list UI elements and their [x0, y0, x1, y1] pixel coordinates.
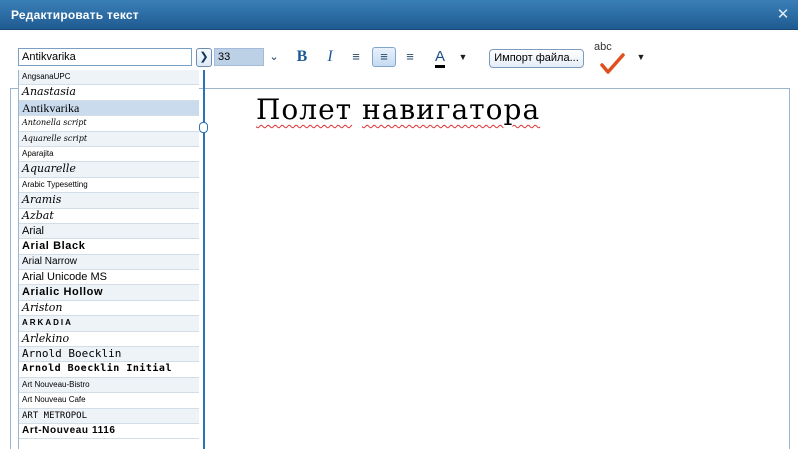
font-size-input[interactable]: 33	[214, 48, 264, 66]
font-list-item[interactable]: ARKADIA	[19, 316, 199, 332]
text-color-button[interactable]: A	[430, 47, 450, 67]
font-list-item[interactable]: Ariston	[19, 300, 199, 317]
font-list-item[interactable]: Aquarelle script	[19, 131, 199, 147]
window-titlebar: Редактировать текст ✕	[0, 0, 798, 30]
editor-word: навигатора	[362, 93, 541, 126]
font-list-item[interactable]: Arialic Hollow	[19, 285, 199, 301]
close-icon[interactable]: ✕	[775, 7, 791, 23]
align-left-icon[interactable]: ≡	[346, 47, 366, 67]
font-list-item[interactable]: Aquarelle	[19, 162, 199, 178]
font-list-item[interactable]: Arlekino	[19, 331, 199, 348]
editor-text[interactable]: Полет навигатора	[256, 93, 540, 126]
text-color-dropdown-icon[interactable]: ▼	[456, 47, 470, 67]
bold-button[interactable]: B	[292, 47, 312, 67]
splitter-handle[interactable]	[199, 122, 208, 133]
font-list-item[interactable]: Arabic Typesetting	[19, 177, 199, 194]
font-list-item[interactable]: Arial Narrow	[19, 254, 199, 271]
font-list-item[interactable]: Aramis	[19, 193, 199, 209]
font-size-chevron-down-icon[interactable]: ⌄	[266, 48, 282, 66]
font-dropdown-list[interactable]: AngsanaUPC Anastasia Antikvarika Antonel…	[18, 70, 199, 449]
font-list-item[interactable]: ART METROPOL	[19, 408, 199, 424]
font-list-item[interactable]: Arial	[19, 223, 199, 240]
align-right-icon[interactable]: ≡	[400, 47, 420, 67]
font-list-item[interactable]: Aparajita	[19, 146, 199, 163]
editor-word: Полет	[256, 93, 353, 126]
font-list-item[interactable]: Arnold Boecklin Initial	[19, 362, 199, 378]
font-list-item[interactable]: Art-Nouveau 1116	[19, 423, 199, 440]
chevron-down-icon[interactable]: ❯	[196, 48, 212, 67]
font-list-item[interactable]: Arial Black	[19, 239, 199, 255]
font-list-item[interactable]: AngsanaUPC	[19, 70, 199, 86]
italic-button[interactable]: I	[320, 47, 340, 67]
checkmark-icon	[600, 53, 625, 74]
spell-check-dropdown-icon[interactable]: ▼	[635, 52, 647, 62]
align-center-icon[interactable]: ≡	[372, 47, 396, 67]
import-file-button[interactable]: Импорт файла...	[489, 49, 584, 68]
font-list-item[interactable]: Art Nouveau Cafe	[19, 393, 199, 409]
window-title: Редактировать текст	[11, 8, 139, 22]
font-list-item[interactable]: Antonella script	[19, 116, 199, 132]
font-list-item[interactable]: Anastasia	[19, 85, 199, 101]
font-list-item[interactable]: Arial Unicode MS	[19, 270, 199, 286]
spell-check-icon[interactable]: abc	[594, 41, 628, 75]
font-list-item[interactable]: Azbat	[19, 208, 199, 224]
font-family-input[interactable]: Antikvarika	[18, 48, 192, 66]
font-list-item[interactable]: Arnold Boecklin	[19, 347, 199, 363]
font-list-item-selected[interactable]: Antikvarika	[19, 100, 199, 117]
font-list-item[interactable]: Art Nouveau-Bistro	[19, 377, 199, 394]
